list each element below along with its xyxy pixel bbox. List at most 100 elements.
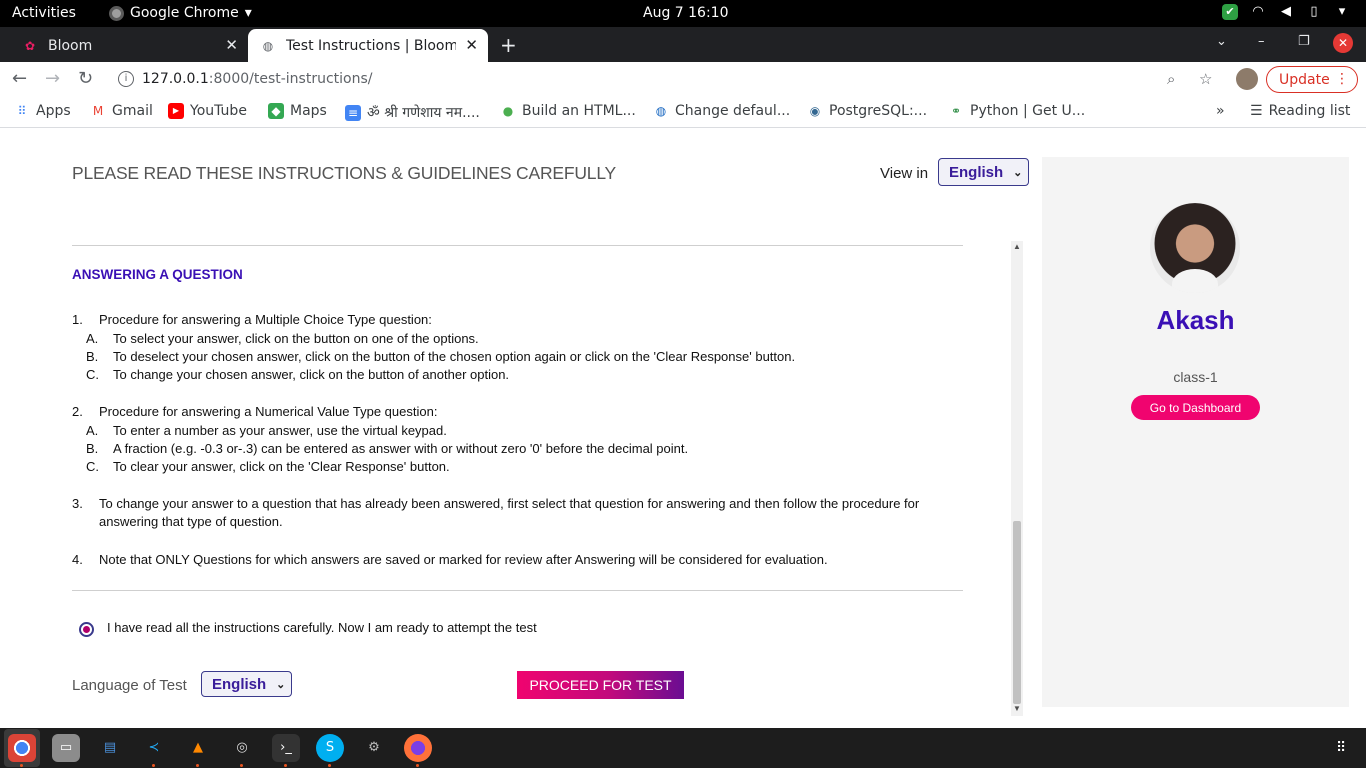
sub-text: A fraction (e.g. -0.3 or-.3) can be ente…: [113, 441, 689, 456]
divider: [72, 590, 963, 591]
item-number: 4.: [72, 552, 83, 567]
section-title: ANSWERING A QUESTION: [72, 267, 243, 282]
tab-title: Test Instructions | Bloom: [286, 37, 456, 54]
battery-icon[interactable]: ▯: [1306, 4, 1322, 20]
caret-down-icon: ▾: [244, 5, 252, 21]
agree-label[interactable]: I have read all the instructions careful…: [107, 620, 537, 635]
bookmark-change-default[interactable]: ◍ Change defaul...: [653, 103, 790, 119]
update-label: Update: [1279, 71, 1330, 88]
bookmark-maps[interactable]: ◆ Maps: [268, 103, 327, 119]
bookmark-python[interactable]: ⚭ Python | Get U...: [948, 103, 1085, 119]
zoom-search-icon[interactable]: ⌕: [1167, 70, 1175, 88]
instructions-scrollbar[interactable]: ▲ ▼: [1011, 241, 1023, 716]
bookmark-label: PostgreSQL:...: [829, 103, 928, 119]
go-to-dashboard-button[interactable]: Go to Dashboard: [1131, 395, 1260, 420]
chevron-down-icon: ⌄: [1013, 166, 1023, 179]
close-icon[interactable]: ✕: [465, 36, 478, 54]
language-label: Language of Test: [72, 677, 187, 694]
elephant-icon: ◉: [809, 104, 821, 118]
url-path: :8000/test-instructions/: [208, 71, 373, 87]
sub-letter: B.: [86, 441, 99, 456]
site-info-icon[interactable]: i: [118, 71, 134, 87]
sub-letter: A.: [86, 423, 99, 438]
sub-text: To deselect your chosen answer, click on…: [113, 349, 796, 364]
chrome-icon[interactable]: [8, 734, 36, 762]
globe-icon: ◍: [262, 38, 274, 53]
scroll-down-icon[interactable]: ▼: [1013, 704, 1021, 713]
geeks-icon: ⚭: [950, 104, 962, 118]
reload-button[interactable]: ↻: [78, 68, 93, 89]
page-content: PLEASE READ THESE INSTRUCTIONS & GUIDELI…: [0, 128, 1366, 728]
sub-letter: C.: [86, 459, 99, 474]
item-number: 2.: [72, 404, 83, 419]
terminal-icon[interactable]: ›_: [272, 734, 300, 762]
sub-letter: C.: [86, 367, 99, 382]
address-bar[interactable]: i 127.0.0.1:8000/test-instructions/: [108, 65, 1224, 93]
tab-test-instructions[interactable]: ◍ Test Instructions | Bloom ✕: [248, 29, 488, 62]
tab-strip: ✿ Bloom ✕ ◍ Test Instructions | Bloom ✕ …: [0, 27, 1366, 62]
clock[interactable]: Aug 7 16:10: [643, 5, 729, 21]
browser-toolbar: ← → ↻ i 127.0.0.1:8000/test-instructions…: [0, 62, 1366, 96]
bookmark-label: Python | Get U...: [970, 103, 1086, 119]
language-select[interactable]: English ⌄: [201, 671, 293, 697]
wifi-icon[interactable]: ◠: [1250, 4, 1266, 20]
more-bookmarks-chevron-icon[interactable]: »: [1216, 103, 1225, 119]
files-icon[interactable]: ▭: [52, 734, 80, 762]
update-shield-icon[interactable]: ✔: [1222, 4, 1238, 20]
forward-button[interactable]: →: [45, 68, 60, 89]
bookmark-html[interactable]: ● Build an HTML...: [500, 103, 636, 119]
settings-icon[interactable]: ⚙: [360, 734, 388, 762]
close-icon[interactable]: ✕: [225, 36, 238, 54]
bookmark-apps[interactable]: ⠿ Apps: [14, 103, 71, 119]
chevron-down-icon[interactable]: ▾: [1334, 4, 1350, 20]
bookmark-youtube[interactable]: ▶ YouTube: [168, 103, 247, 119]
kebab-menu-icon: ⋮: [1335, 71, 1349, 87]
system-tray[interactable]: ✔ ◠ ◀ ▯ ▾: [1222, 4, 1350, 20]
bookmark-label: YouTube: [190, 103, 247, 119]
bookmark-label: Build an HTML...: [522, 103, 636, 119]
vlc-icon[interactable]: ▲: [184, 734, 212, 762]
text-editor-icon[interactable]: ▤: [96, 734, 124, 762]
firefox-icon[interactable]: [404, 734, 432, 762]
screenshot-icon[interactable]: ◎: [228, 734, 256, 762]
bookmark-label: Apps: [36, 103, 71, 119]
view-in-select[interactable]: English ⌄: [938, 158, 1030, 186]
tab-title: Bloom: [48, 37, 93, 54]
chrome-icon: [109, 5, 124, 21]
bookmark-gmail[interactable]: M Gmail: [90, 103, 153, 119]
view-in-value: English: [949, 163, 1004, 181]
show-apps-icon[interactable]: ⠿: [1336, 740, 1352, 756]
bookmark-docs[interactable]: ≡ ॐ श्री गणेशाय नम....: [345, 103, 480, 122]
bookmarks-bar: ⠿ Apps M Gmail ▶ YouTube ◆ Maps ≡ ॐ श्री…: [0, 96, 1366, 128]
scroll-thumb[interactable]: [1013, 521, 1021, 704]
bookmark-star-icon[interactable]: ☆: [1199, 70, 1212, 88]
tab-bloom[interactable]: ✿ Bloom ✕: [8, 29, 248, 62]
reading-list-label: Reading list: [1268, 103, 1351, 119]
window-close-button[interactable]: ✕: [1333, 33, 1353, 53]
skype-icon[interactable]: S: [316, 734, 344, 762]
sub-text: To change your chosen answer, click on t…: [113, 367, 510, 382]
globe-icon: ◍: [655, 104, 667, 118]
update-button[interactable]: Update ⋮: [1266, 66, 1358, 93]
item-text: To change your answer to a question that…: [99, 496, 920, 529]
reading-list-button[interactable]: ☰ Reading list: [1250, 103, 1350, 119]
bloom-favicon-icon: ✿: [24, 38, 36, 53]
profile-name: Akash: [1156, 305, 1235, 335]
minimize-icon[interactable]: –: [1258, 34, 1265, 49]
new-tab-button[interactable]: +: [500, 33, 517, 57]
profile-avatar[interactable]: [1236, 68, 1258, 90]
profile-class: class-1: [1173, 369, 1218, 385]
profile-photo: [1150, 203, 1240, 293]
proceed-button[interactable]: PROCEED FOR TEST: [517, 671, 684, 699]
agree-radio[interactable]: [79, 622, 94, 637]
scroll-up-icon[interactable]: ▲: [1013, 242, 1021, 251]
volume-icon[interactable]: ◀: [1278, 4, 1294, 20]
restore-icon[interactable]: ❐: [1298, 34, 1310, 49]
vscode-icon[interactable]: ≺: [140, 734, 168, 762]
back-button[interactable]: ←: [12, 68, 27, 89]
bookmark-postgresql[interactable]: ◉ PostgreSQL:...: [807, 103, 927, 119]
tab-search-icon[interactable]: ⌄: [1216, 34, 1227, 49]
activities-button[interactable]: Activities: [12, 5, 76, 21]
youtube-icon: ▶: [168, 103, 184, 119]
app-menu[interactable]: Google Chrome ▾: [109, 5, 252, 21]
